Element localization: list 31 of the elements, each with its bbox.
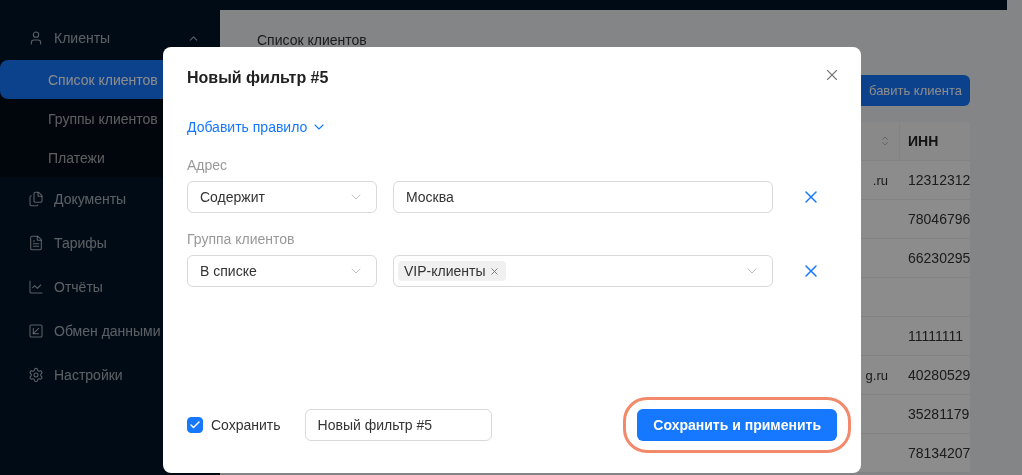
tag: VIP-клиенты [398, 261, 506, 281]
table-cell: g.ru [865, 367, 888, 383]
table-cell: 12312312 [908, 172, 970, 188]
table-cell: 78046796 [908, 211, 970, 227]
sidebar-item[interactable]: Отчёты [0, 265, 123, 309]
filter-name-field[interactable]: Новый фильтр #5 [304, 409, 492, 441]
rule-label: Группа клиентов [187, 231, 296, 247]
check-icon [189, 419, 201, 431]
operator-select[interactable]: Содержит [187, 181, 377, 213]
sidebar-item[interactable]: Тарифы [0, 221, 127, 265]
table-cell: 66230295 [908, 250, 970, 266]
breadcrumb: Список клиентов [257, 32, 368, 48]
save-checkbox[interactable] [187, 417, 203, 433]
rule-label: Адрес [187, 157, 229, 173]
value-field[interactable]: Москва [393, 181, 773, 213]
sidebar-item[interactable]: Документы [0, 177, 147, 221]
add-rule-link[interactable]: Добавить правило [187, 119, 328, 135]
checkbox-label: Сохранить [211, 417, 281, 433]
table-cell: .ru [872, 172, 888, 188]
table-cell: 11111111 [908, 328, 963, 344]
save-and-apply-button[interactable]: Сохранить и применить [637, 409, 837, 441]
remove-icon[interactable] [488, 265, 500, 277]
sidebar-item[interactable]: Платежи [0, 138, 125, 177]
sidebar-item[interactable]: Обмен данными [0, 309, 181, 353]
table-cell: 40280529 [908, 367, 970, 383]
operator-select[interactable]: В списке [187, 255, 377, 287]
tags-select[interactable]: VIP-клиенты [393, 255, 773, 287]
sidebar-item[interactable]: Настройки [0, 353, 143, 397]
sidebar-item[interactable]: Клиенты [0, 16, 220, 60]
table-cell: 78134207 [908, 445, 970, 461]
table-cell: 35281179 [908, 406, 970, 422]
